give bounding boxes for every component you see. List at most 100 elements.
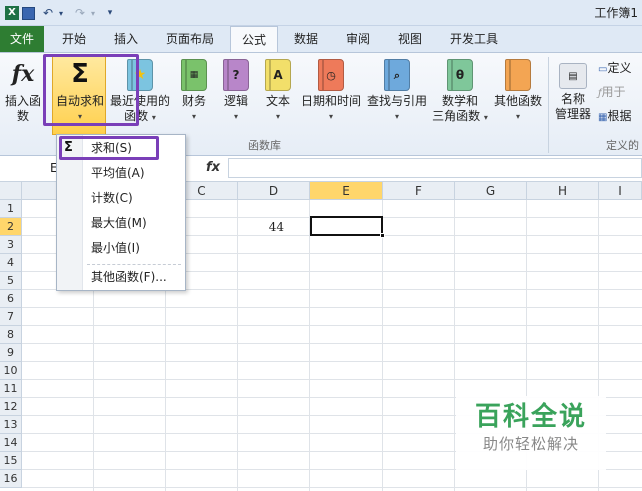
tab-view[interactable]: 视图 (390, 26, 430, 52)
column-header-i[interactable]: I (599, 182, 642, 200)
gridline (382, 200, 383, 491)
tab-data[interactable]: 数据 (286, 26, 326, 52)
recently-used-button[interactable]: ★ 最近使用的 函数 ▾ (108, 57, 172, 125)
gridline (22, 343, 642, 344)
menu-item-average[interactable]: 平均值(A) (57, 161, 185, 185)
text-label: 文本 (265, 94, 290, 108)
autosum-dropdown-icon[interactable]: ▾ (54, 109, 106, 124)
use-in-formula-button[interactable]: ƒ用于 (598, 85, 642, 101)
row-header-12[interactable]: 12 (0, 398, 22, 416)
date-time-button[interactable]: ◷ 日期和时间 ▾ (300, 57, 362, 124)
menu-item-min[interactable]: 最小值(I) (57, 236, 185, 260)
menu-item-count[interactable]: 计数(C) (57, 186, 185, 210)
financial-book-icon: ▦ (181, 59, 207, 91)
math-trig-dropdown-icon: ▾ (483, 113, 488, 122)
magnifier-book-icon: ⌕ (384, 59, 410, 91)
define-name-label: 定义 (607, 61, 632, 75)
undo-dropdown-icon[interactable]: ▾ (56, 4, 66, 22)
column-header-d[interactable]: D (238, 182, 310, 200)
books-stack-icon (505, 59, 531, 91)
window-title: 工作簿1 (594, 6, 638, 20)
excel-logo-icon[interactable]: X (4, 4, 20, 22)
more-functions-label: 其他函数 (493, 94, 542, 108)
row-header-13[interactable]: 13 (0, 416, 22, 434)
row-header-16[interactable]: 16 (0, 470, 22, 488)
gridline (22, 307, 642, 308)
math-book-icon: θ (447, 59, 473, 91)
customize-qat-icon[interactable]: ▾ (104, 4, 116, 22)
logical-button[interactable]: ? 逻辑 ▾ (218, 57, 254, 124)
save-icon[interactable] (20, 4, 36, 22)
gridline (309, 200, 310, 491)
redo-icon[interactable]: ↷ (72, 4, 88, 22)
autosum-button[interactable]: Σ 自动求和 ▾ (54, 57, 106, 124)
menu-item-more-functions[interactable]: 其他函数(F)... (57, 265, 185, 289)
tab-developer[interactable]: 开发工具 (444, 26, 504, 52)
financial-dropdown-icon: ▾ (191, 112, 196, 121)
select-all-corner[interactable] (0, 182, 22, 200)
row-header-10[interactable]: 10 (0, 362, 22, 380)
row-header-1[interactable]: 1 (0, 200, 22, 218)
row-header-2[interactable]: 2 (0, 218, 22, 236)
row-header-5[interactable]: 5 (0, 272, 22, 290)
use-in-formula-label: 用于 (601, 85, 626, 99)
lookup-reference-button[interactable]: ⌕ 查找与引用 ▾ (366, 57, 428, 124)
define-name-button[interactable]: ▭定义 (598, 61, 642, 77)
gridline (454, 200, 455, 491)
math-trig-button[interactable]: θ 数学和 三角函数 ▾ (432, 57, 488, 125)
tab-home[interactable]: 开始 (54, 26, 94, 52)
tab-insert[interactable]: 插入 (106, 26, 146, 52)
undo-icon[interactable]: ↶ (40, 4, 56, 22)
ribbon-tab-bar: 文件 开始 插入 页面布局 公式 数据 审阅 视图 开发工具 (0, 26, 642, 53)
gridline (22, 487, 642, 488)
create-from-selection-label: 根据 (607, 109, 632, 123)
name-manager-label2: 管理器 (554, 107, 591, 121)
fill-handle[interactable] (380, 233, 385, 238)
row-header-7[interactable]: 7 (0, 308, 22, 326)
more-functions-button[interactable]: 其他函数 ▾ (492, 57, 544, 124)
gridline (22, 379, 642, 380)
date-time-dropdown-icon: ▾ (328, 112, 333, 121)
insert-function-label: 插入函数 (4, 94, 41, 123)
column-header-e[interactable]: E (310, 182, 383, 200)
column-header-f[interactable]: F (383, 182, 455, 200)
name-manager-label1: 名称 (560, 92, 585, 106)
financial-button[interactable]: ▦ 财务 ▾ (176, 57, 212, 124)
date-time-label: 日期和时间 (300, 94, 361, 108)
row-header-6[interactable]: 6 (0, 290, 22, 308)
tab-file[interactable]: 文件 (0, 26, 44, 52)
math-trig-label1: 数学和 (441, 94, 478, 108)
function-library-group-label: 函数库 (248, 139, 281, 152)
row-header-4[interactable]: 4 (0, 254, 22, 272)
gridline (22, 361, 642, 362)
sum-item-highlight-box (59, 136, 159, 160)
recently-used-label1: 最近使用的 (109, 94, 170, 108)
insert-function-button[interactable]: fx 插入函数 (0, 57, 46, 124)
create-from-selection-button[interactable]: ▦根据 (598, 109, 642, 125)
watermark-sub-text: 助你轻松解决 (482, 435, 579, 453)
row-header-8[interactable]: 8 (0, 326, 22, 344)
row-header-3[interactable]: 3 (0, 236, 22, 254)
row-header-15[interactable]: 15 (0, 452, 22, 470)
column-header-g[interactable]: G (455, 182, 527, 200)
tab-page-layout[interactable]: 页面布局 (160, 26, 220, 52)
formula-input[interactable] (228, 158, 642, 178)
row-header-14[interactable]: 14 (0, 434, 22, 452)
text-button[interactable]: A 文本 ▾ (260, 57, 296, 124)
tab-formulas[interactable]: 公式 (230, 26, 278, 53)
name-manager-button[interactable]: ▤ 名称 管理器 (552, 57, 594, 122)
redo-dropdown-icon[interactable]: ▾ (88, 4, 98, 22)
tab-review[interactable]: 审阅 (338, 26, 378, 52)
row-header-11[interactable]: 11 (0, 380, 22, 398)
active-cell-e2[interactable] (310, 216, 383, 236)
title-bar: X ↶ ▾ ↷ ▾ ▾ 工作簿1 (0, 0, 642, 26)
formula-fx-icon[interactable]: fx (206, 160, 220, 175)
row-header-9[interactable]: 9 (0, 344, 22, 362)
menu-item-max[interactable]: 最大值(M) (57, 211, 185, 235)
column-header-h[interactable]: H (527, 182, 599, 200)
ribbon-separator (548, 57, 549, 153)
recently-used-dropdown-icon: ▾ (151, 113, 156, 122)
cell-d2[interactable]: 44 (240, 220, 284, 234)
recently-used-label2: 函数 (124, 109, 149, 123)
defined-names-group-label: 定义的 (606, 139, 639, 152)
